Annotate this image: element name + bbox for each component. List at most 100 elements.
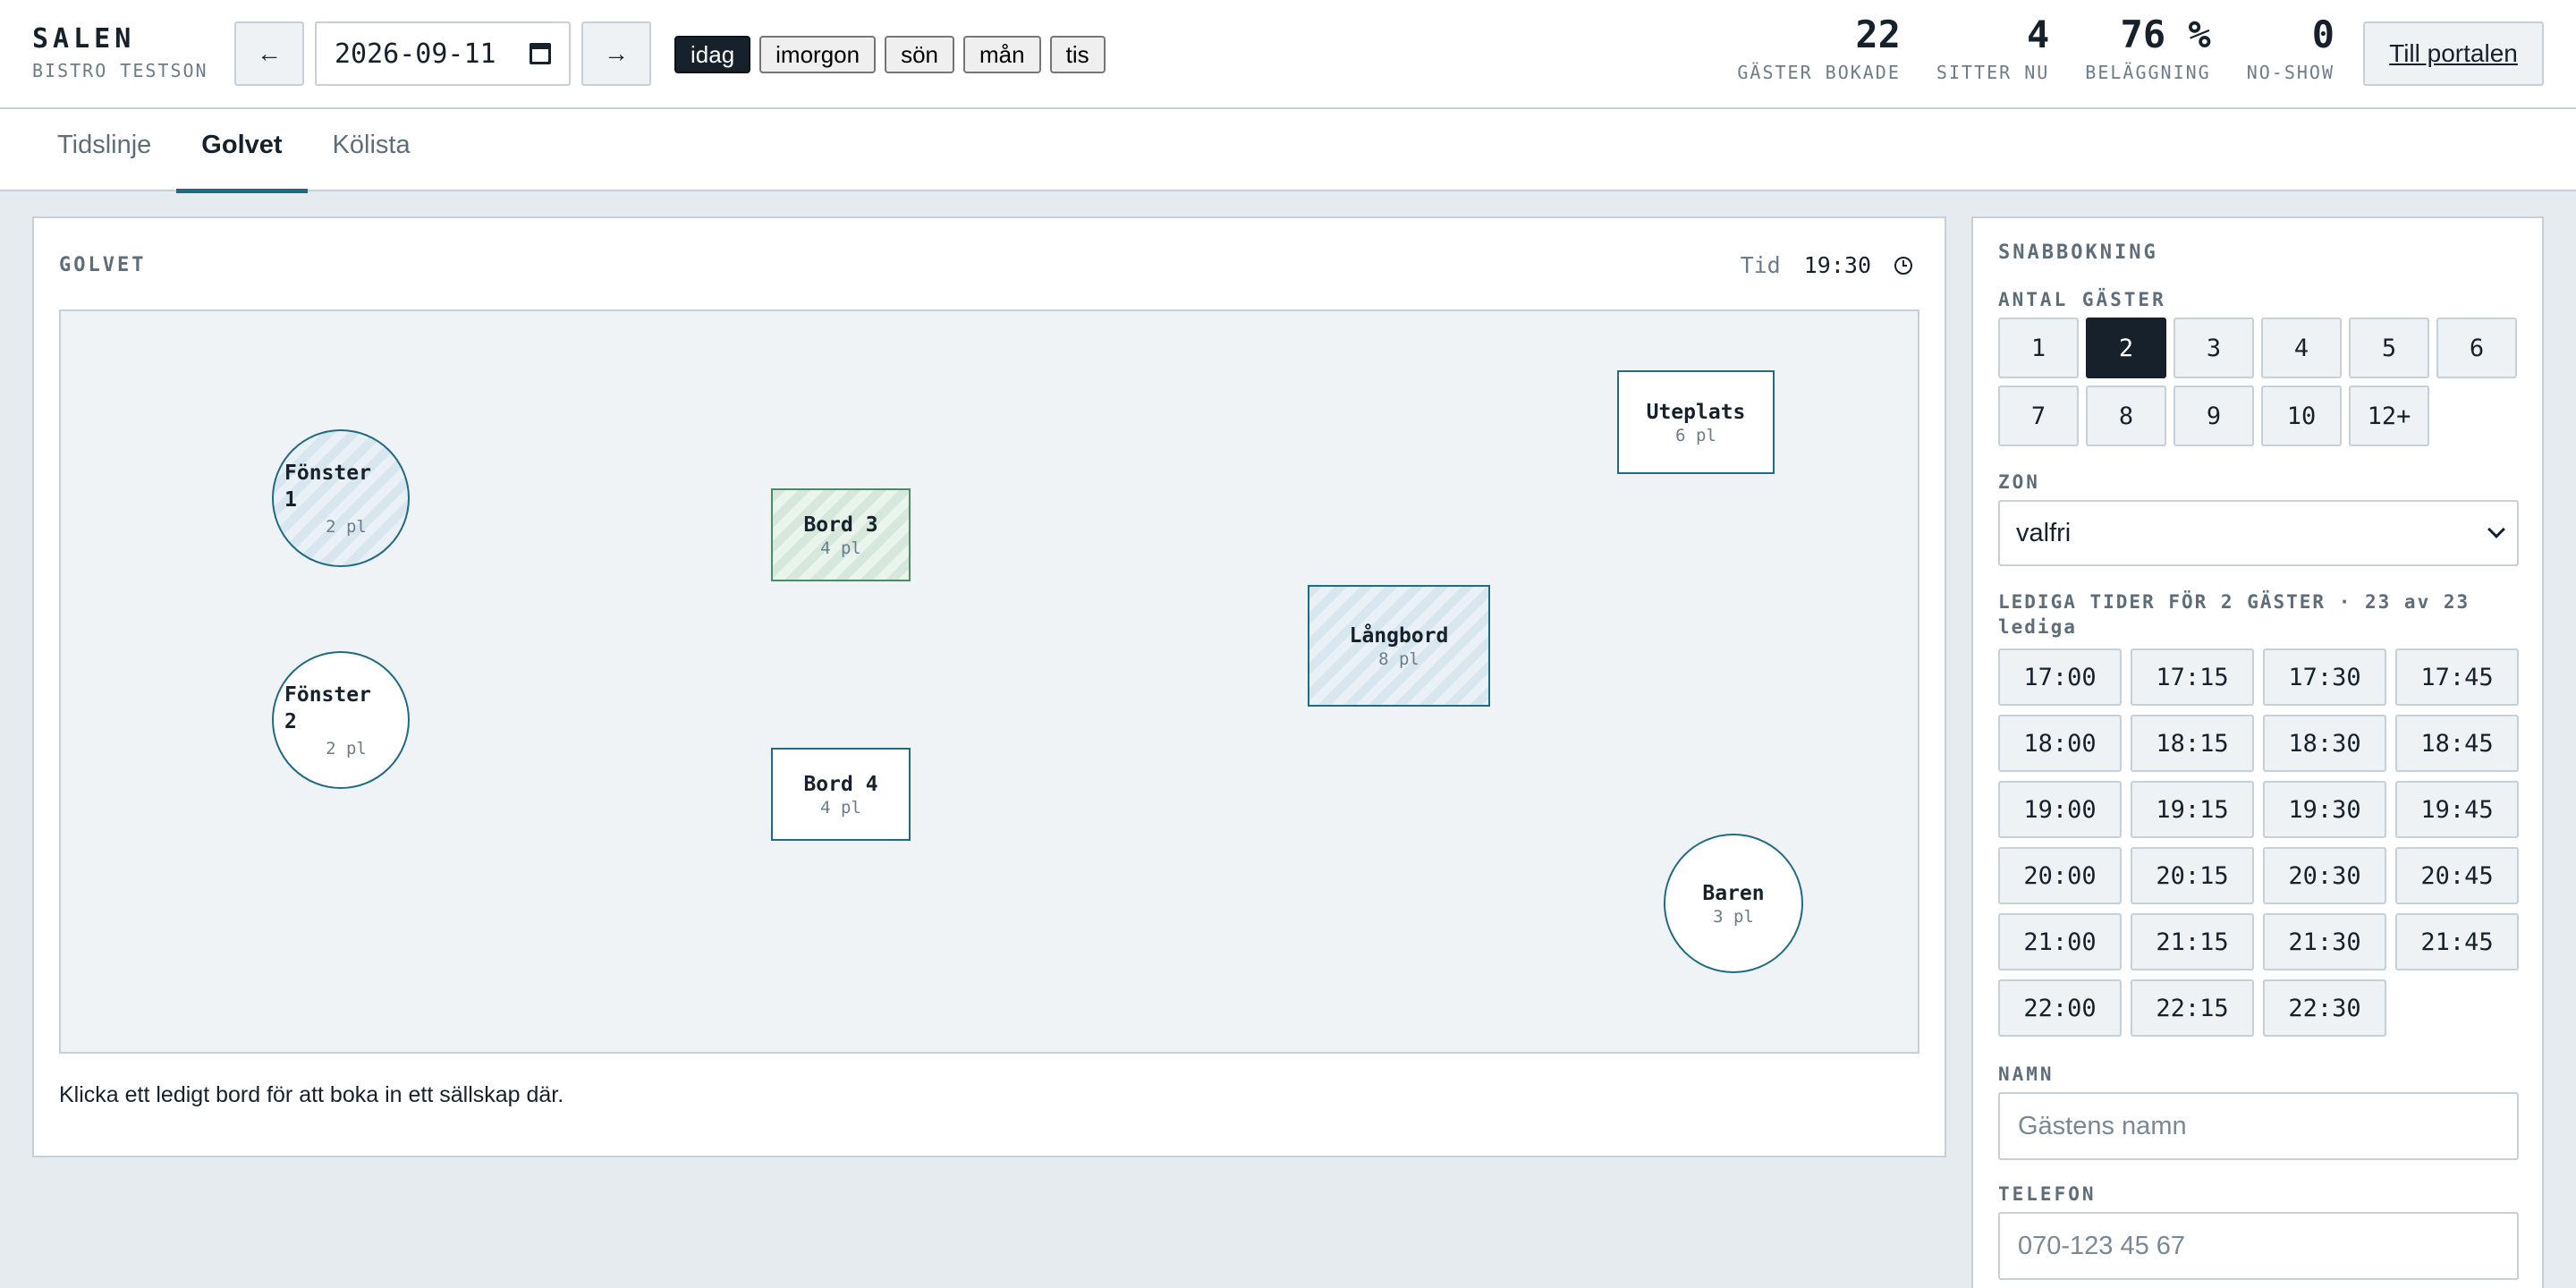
time-slot-button[interactable]: 17:00 (1998, 648, 2122, 706)
quick-day-button[interactable]: imorgon (759, 36, 877, 73)
portal-link-button[interactable]: Till portalen (2363, 21, 2544, 86)
table-name: Bord 3 (803, 513, 878, 537)
calendar-icon[interactable] (530, 43, 551, 64)
stat-item: 4 SITTER NU (1936, 13, 2049, 83)
floor-table[interactable]: Uteplats 6 pl (1617, 370, 1775, 474)
guest-count-button[interactable]: 12+ (2349, 386, 2429, 446)
time-selector[interactable]: Tid 19:30 (1741, 252, 1912, 278)
floor-table[interactable]: Baren 3 pl (1664, 834, 1803, 973)
stat-label: GÄSTER BOKADE (1737, 62, 1901, 83)
time-slot-button[interactable]: 19:00 (1998, 781, 2122, 838)
table-name: Fönster (284, 462, 371, 485)
time-slot-button[interactable]: 20:45 (2395, 847, 2519, 904)
brand-subtitle: BISTRO TESTSON (32, 60, 208, 81)
floor-heading: GOLVET (59, 254, 147, 276)
quick-day-button[interactable]: mån (963, 36, 1041, 73)
stat-label: NO-SHOW (2246, 62, 2334, 83)
table-name: 2 (284, 710, 297, 733)
tab-golvet[interactable]: Golvet (176, 109, 308, 193)
time-slot-button[interactable]: 18:45 (2395, 715, 2519, 772)
chevron-down-icon (2487, 521, 2505, 538)
floor-table[interactable]: Bord 34 pl (771, 488, 911, 581)
arrow-right-icon: → (604, 39, 629, 67)
quick-day-button[interactable]: idag (674, 36, 751, 73)
table-capacity: 3 pl (1713, 907, 1754, 927)
time-slot-button[interactable]: 17:30 (2263, 648, 2386, 706)
floor-panel: GOLVET Tid 19:30 Fönster 1 2 pl Fönster 2 2 p… (32, 216, 1946, 1157)
time-slot-button[interactable]: 18:30 (2263, 715, 2386, 772)
phone-input[interactable] (1998, 1212, 2519, 1280)
quick-day-button[interactable]: tis (1049, 36, 1106, 73)
next-day-button[interactable]: → (581, 21, 651, 86)
guests-label: ANTAL GÄSTER (1998, 289, 2166, 310)
arrow-left-icon: ← (257, 39, 282, 67)
guest-count-button[interactable]: 9 (2174, 386, 2254, 446)
guest-count-button[interactable]: 5 (2349, 318, 2429, 378)
stat-value: 4 (2026, 13, 2050, 56)
stat-value: 22 (1855, 13, 1901, 56)
time-label: Tid (1740, 252, 1781, 278)
tab-kölista[interactable]: Kölista (308, 109, 436, 191)
time-slot-button[interactable]: 21:15 (2131, 913, 2254, 970)
table-name: Baren (1702, 882, 1765, 905)
table-name: Fönster (284, 683, 371, 707)
floor-table[interactable]: Fönster 2 2 pl (272, 651, 410, 789)
time-slot-button[interactable]: 20:00 (1998, 847, 2122, 904)
time-slot-button[interactable]: 21:45 (2395, 913, 2519, 970)
time-slot-button[interactable]: 17:45 (2395, 648, 2519, 706)
zone-value: valfri (2016, 518, 2072, 547)
date-input[interactable]: 2026-09-11 (315, 21, 571, 86)
stat-value: 0 (2311, 13, 2334, 56)
time-slots: 17:00 17:15 17:30 17:45 18:00 18:15 18:30 18:45… (1998, 648, 2519, 1037)
stat-value: 76 % (2120, 13, 2211, 56)
stat-item: 0 NO-SHOW (2247, 13, 2334, 83)
time-slot-button[interactable]: 22:15 (2131, 979, 2254, 1037)
quick-day-button[interactable]: sön (885, 36, 955, 73)
table-name: Bord 4 (803, 773, 878, 796)
time-slot-button[interactable]: 19:30 (2263, 781, 2386, 838)
available-slots-title: LEDIGA TIDER FÖR 2 GÄSTER · 23 av 23 led… (1998, 591, 2470, 638)
time-slot-button[interactable]: 22:30 (2263, 979, 2386, 1037)
guest-count-button[interactable]: 3 (2174, 318, 2254, 378)
floor-hint: Klicka ett ledigt bord för att boka in e… (59, 1082, 564, 1107)
brand: SALEN BISTRO TESTSON (32, 23, 208, 81)
floor-table[interactable]: Fönster 1 2 pl (272, 429, 410, 567)
guest-count-button[interactable]: 7 (1998, 386, 2079, 446)
time-slot-button[interactable]: 20:15 (2131, 847, 2254, 904)
guest-name-input[interactable] (1998, 1092, 2519, 1160)
floor-table[interactable]: Långbord 8 pl (1308, 585, 1490, 707)
stat-item: 76 % BELÄGGNING (2085, 13, 2210, 83)
time-slot-button[interactable]: 18:00 (1998, 715, 2122, 772)
floor-table[interactable]: Bord 44 pl (771, 748, 911, 841)
time-slot-button[interactable]: 20:30 (2263, 847, 2386, 904)
prev-day-button[interactable]: ← (234, 21, 304, 86)
stat-label: SITTER NU (1936, 62, 2050, 83)
guest-count-button[interactable]: 6 (2436, 318, 2517, 378)
view-tabs: Tidslinje Golvet Kölista (0, 109, 2576, 193)
zone-label: ZON (1998, 471, 2040, 493)
guest-count-button[interactable]: 1 (1998, 318, 2079, 378)
table-capacity: 4 pl (820, 538, 861, 558)
time-value[interactable]: 19:30 (1804, 252, 1871, 278)
guest-count-button[interactable]: 10 (2261, 386, 2342, 446)
guest-count-button[interactable]: 8 (2086, 386, 2166, 446)
time-slot-button[interactable]: 21:30 (2263, 913, 2386, 970)
brand-title: SALEN (32, 23, 136, 55)
guest-count-button[interactable]: 2 (2086, 318, 2166, 378)
guest-count-button[interactable]: 4 (2261, 318, 2342, 378)
stat-item: 22 GÄSTER BOKADE (1737, 13, 1901, 83)
floor-plan: Fönster 1 2 pl Fönster 2 2 pl Bord 34 pl Bord 4… (59, 309, 1919, 1054)
booking-title: SNABBOKNING (1998, 242, 2158, 264)
table-name: Uteplats (1646, 401, 1746, 424)
tab-tidslinje[interactable]: Tidslinje (32, 109, 176, 191)
clock-icon[interactable] (1894, 256, 1912, 275)
zone-select[interactable]: valfri (1998, 500, 2519, 566)
guest-count-options: 1 2 3 4 5 6 7 8 9 10 12+ (1998, 318, 2517, 446)
time-slot-button[interactable]: 21:00 (1998, 913, 2122, 970)
time-slot-button[interactable]: 18:15 (2131, 715, 2254, 772)
time-slot-button[interactable]: 17:15 (2131, 648, 2254, 706)
time-slot-button[interactable]: 22:00 (1998, 979, 2122, 1037)
name-label: NAMN (1998, 1063, 2055, 1085)
time-slot-button[interactable]: 19:45 (2395, 781, 2519, 838)
time-slot-button[interactable]: 19:15 (2131, 781, 2254, 838)
